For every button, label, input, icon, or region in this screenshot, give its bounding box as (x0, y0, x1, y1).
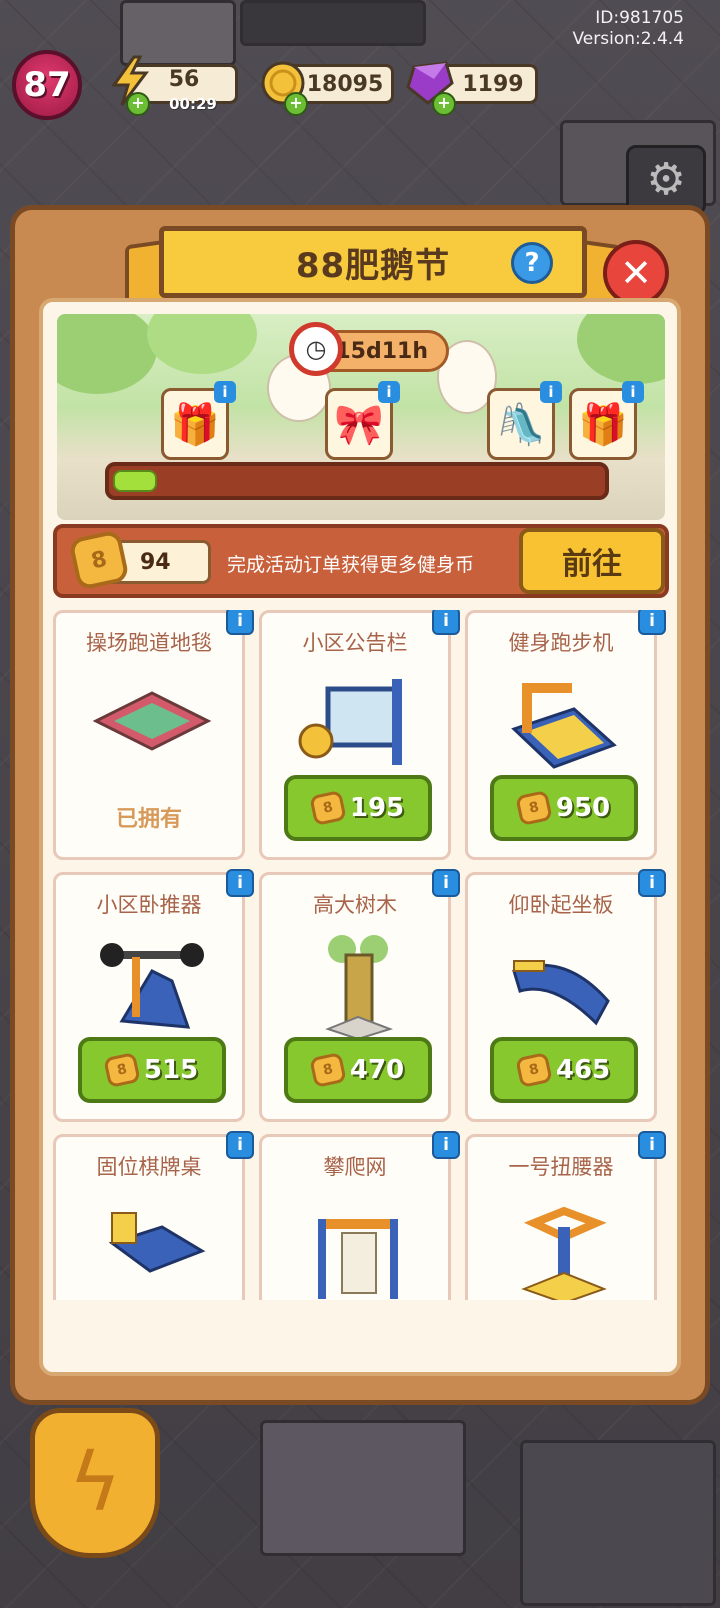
gem-value: 1199 (462, 71, 524, 97)
fitness-coin-row: 94 8 完成活动订单获得更多健身币 前往 (53, 524, 669, 598)
chess-table-icon (108, 1212, 206, 1273)
lightning-icon[interactable]: ϟ (30, 1408, 160, 1558)
shop-item-card[interactable]: i 高大树木 8 470 (259, 869, 460, 1122)
info-icon[interactable]: i (540, 381, 562, 403)
clock-icon: ◷ (289, 322, 343, 376)
item-name: 固位棋牌桌 (96, 1155, 202, 1179)
shop-item-card[interactable]: i 固位棋牌桌 (53, 1131, 254, 1300)
game-version: Version:2.4.4 (572, 29, 685, 49)
event-shop-panel: 88肥鹅节 ? ✕ 15d11h ◷ 🎁 i 🎀 i 🛝 i 🎁 i 94 8 … (10, 205, 710, 1405)
fitness-coin-description: 完成活动订单获得更多健身币 (227, 554, 475, 576)
treadmill-icon (511, 683, 617, 769)
shop-grid: i 操场跑道地毯 已拥有 i 小区公告栏 8 195 i 健身跑步机 8 950… (53, 610, 673, 1300)
go-button[interactable]: 前往 (519, 528, 665, 594)
player-level-badge[interactable]: 87 (12, 50, 82, 120)
item-price: 515 (143, 1055, 199, 1085)
item-price: 465 (555, 1055, 611, 1085)
reward-gift-box[interactable]: 🎁 i (569, 381, 644, 460)
item-price: 470 (349, 1055, 405, 1085)
player-id: ID:981705 (595, 8, 684, 28)
account-info: ID:981705 Version:2.4.4 (573, 8, 685, 50)
item-name: 仰卧起坐板 (508, 893, 614, 917)
energy-timer: 00:29 (169, 95, 217, 113)
buy-button[interactable]: 8 465 (490, 1037, 638, 1103)
coin-icon: 8 (515, 1052, 553, 1088)
add-energy-button[interactable]: + (126, 92, 150, 116)
bench-press-icon (100, 943, 204, 1029)
panel-content: 15d11h ◷ 🎁 i 🎀 i 🛝 i 🎁 i 94 8 完成活动订单获得更多健身币 … (39, 298, 681, 1376)
situp-board-icon (512, 960, 610, 1026)
coin-icon: 8 (515, 790, 553, 826)
help-button[interactable]: ? (511, 242, 553, 284)
owned-label: 已拥有 (115, 807, 182, 832)
banner-tree (577, 314, 665, 384)
running-track-icon (92, 691, 212, 751)
info-icon[interactable]: i (622, 381, 644, 403)
shop-item-card[interactable]: i 健身跑步机 8 950 (465, 610, 666, 860)
close-icon: ✕ (620, 251, 652, 295)
buy-button[interactable]: 8 195 (284, 775, 432, 841)
shop-item-card[interactable]: i 攀爬网 (259, 1131, 460, 1300)
item-name: 健身跑步机 (508, 631, 614, 655)
fitness-coin-amount: 94 (140, 549, 171, 575)
info-icon[interactable]: i (214, 381, 236, 403)
buy-button[interactable]: 8 515 (78, 1037, 226, 1103)
player-level: 87 (23, 65, 71, 105)
banner-tree (147, 314, 257, 374)
coin-icon: 8 (309, 1052, 347, 1088)
waist-twister-icon (521, 1206, 607, 1300)
shop-item-card[interactable]: i 小区卧推器 8 515 (53, 869, 254, 1122)
reward-gift-purple[interactable]: 🎀 i (325, 381, 400, 460)
energy-value: 56 (168, 66, 200, 92)
banner-tree (57, 314, 157, 394)
shop-item-card[interactable]: i 操场跑道地毯 已拥有 (53, 610, 254, 860)
add-gems-button[interactable]: + (432, 92, 456, 116)
coin-symbol: 8 (88, 546, 110, 574)
reward-gift-red[interactable]: 🎁 i (161, 381, 236, 460)
item-name: 操场跑道地毯 (86, 631, 212, 655)
info-icon[interactable]: i (378, 381, 400, 403)
buy-button[interactable]: 8 470 (284, 1037, 432, 1103)
event-timer-value: 15d11h (335, 338, 428, 364)
buy-button[interactable]: 8 950 (490, 775, 638, 841)
event-banner: 15d11h ◷ 🎁 i 🎀 i 🛝 i 🎁 i (57, 314, 665, 520)
close-button[interactable]: ✕ (603, 240, 669, 306)
event-progress-fill (113, 470, 157, 492)
event-progress-bar (105, 462, 609, 500)
shop-item-card[interactable]: i 仰卧起坐板 8 465 (465, 869, 666, 1122)
item-price: 195 (349, 793, 405, 823)
item-name: 小区卧推器 (96, 893, 202, 917)
item-name: 一号扭腰器 (508, 1155, 614, 1179)
coin-icon: 8 (103, 1052, 141, 1088)
item-price: 950 (555, 793, 611, 823)
coin-icon: 8 (309, 790, 347, 826)
item-name: 攀爬网 (323, 1155, 387, 1179)
reward-slide[interactable]: 🛝 i (487, 381, 562, 460)
bulletin-board-icon (298, 679, 402, 765)
shop-item-card[interactable]: i 一号扭腰器 (465, 1131, 666, 1300)
go-button-label: 前往 (562, 547, 622, 582)
climbing-net-icon (318, 1219, 398, 1299)
panel-title: 88肥鹅节 (295, 245, 451, 286)
help-label: ? (524, 248, 540, 278)
shop-item-card[interactable]: i 小区公告栏 8 195 (259, 610, 460, 860)
add-coins-button[interactable]: + (284, 92, 308, 116)
item-name: 小区公告栏 (302, 631, 408, 655)
tall-tree-icon (325, 935, 394, 1041)
item-name: 高大树木 (313, 893, 397, 917)
